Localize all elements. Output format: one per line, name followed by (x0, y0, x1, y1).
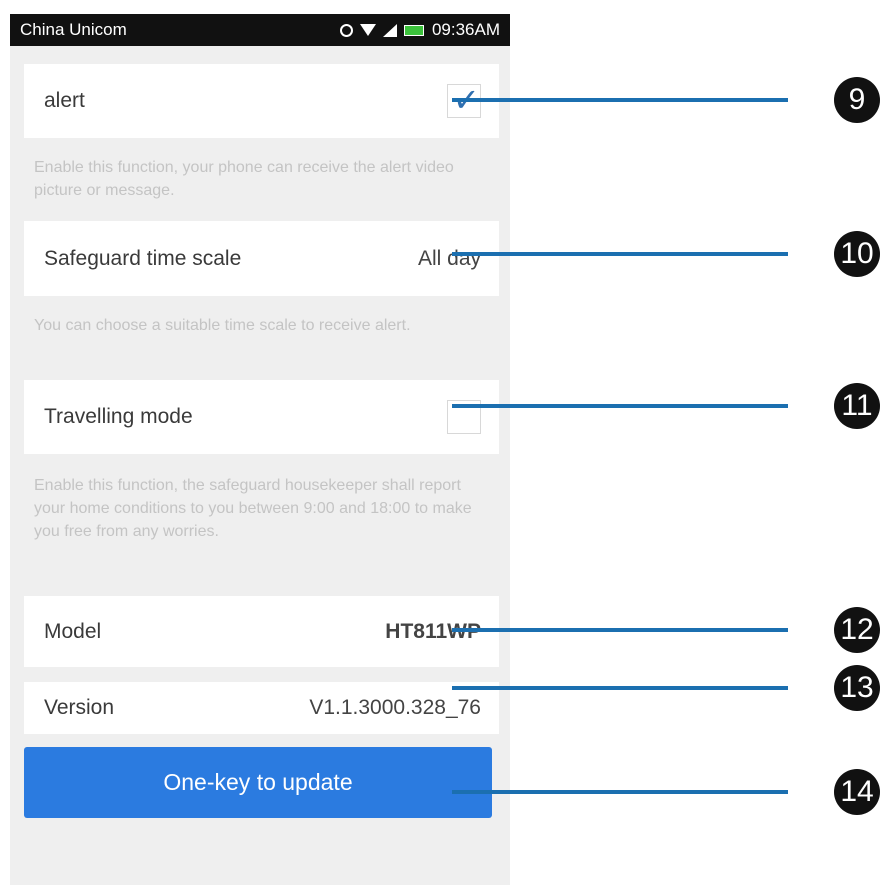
version-value: V1.1.3000.328_76 (309, 696, 481, 719)
callout-badge-9: 9 (834, 77, 880, 123)
battery-icon (403, 24, 424, 36)
callout-line-10 (452, 252, 788, 256)
alert-row[interactable]: alert ✓ (24, 64, 499, 138)
safeguard-time-scale-hint: You can choose a suitable time scale to … (34, 317, 411, 334)
callout-badge-10: 10 (834, 231, 880, 277)
status-bar: China Unicom 09:36AM (10, 14, 510, 46)
alarm-icon (339, 23, 353, 37)
callout-line-11 (452, 404, 788, 408)
alert-hint: Enable this function, your phone can rec… (34, 159, 454, 199)
wifi-icon (359, 24, 376, 36)
callout-badge-12: 12 (834, 607, 880, 653)
status-right: 09:36AM (339, 20, 500, 40)
travelling-mode-label: Travelling mode (44, 405, 193, 428)
callout-badge-13: 13 (834, 665, 880, 711)
one-key-update-button[interactable]: One-key to update (24, 747, 492, 818)
phone-screen: China Unicom 09:36AM alert ✓ Enable this… (10, 14, 510, 885)
status-time: 09:36AM (431, 20, 500, 39)
safeguard-time-scale-label: Safeguard time scale (44, 246, 242, 270)
alert-label: alert (44, 89, 85, 112)
safeguard-time-scale-value: All day (417, 246, 481, 270)
travelling-mode-row[interactable]: Travelling mode (24, 380, 499, 454)
callout-badge-11: 11 (834, 383, 880, 429)
carrier-name: China Unicom (20, 20, 127, 39)
callout-badge-14: 14 (834, 769, 880, 815)
callout-line-13 (452, 686, 788, 690)
callout-line-12 (452, 628, 788, 632)
version-row: Version V1.1.3000.328_76 (24, 682, 499, 734)
signal-icon (382, 23, 397, 37)
callout-line-14 (452, 790, 788, 794)
version-label: Version (44, 696, 115, 719)
callout-line-9 (452, 98, 788, 102)
travelling-mode-hint: Enable this function, the safeguard hous… (34, 477, 472, 540)
model-row: Model HT811WP (24, 596, 499, 667)
model-label: Model (44, 619, 102, 643)
status-icons (339, 23, 424, 37)
safeguard-time-scale-row[interactable]: Safeguard time scale All day (24, 221, 499, 296)
